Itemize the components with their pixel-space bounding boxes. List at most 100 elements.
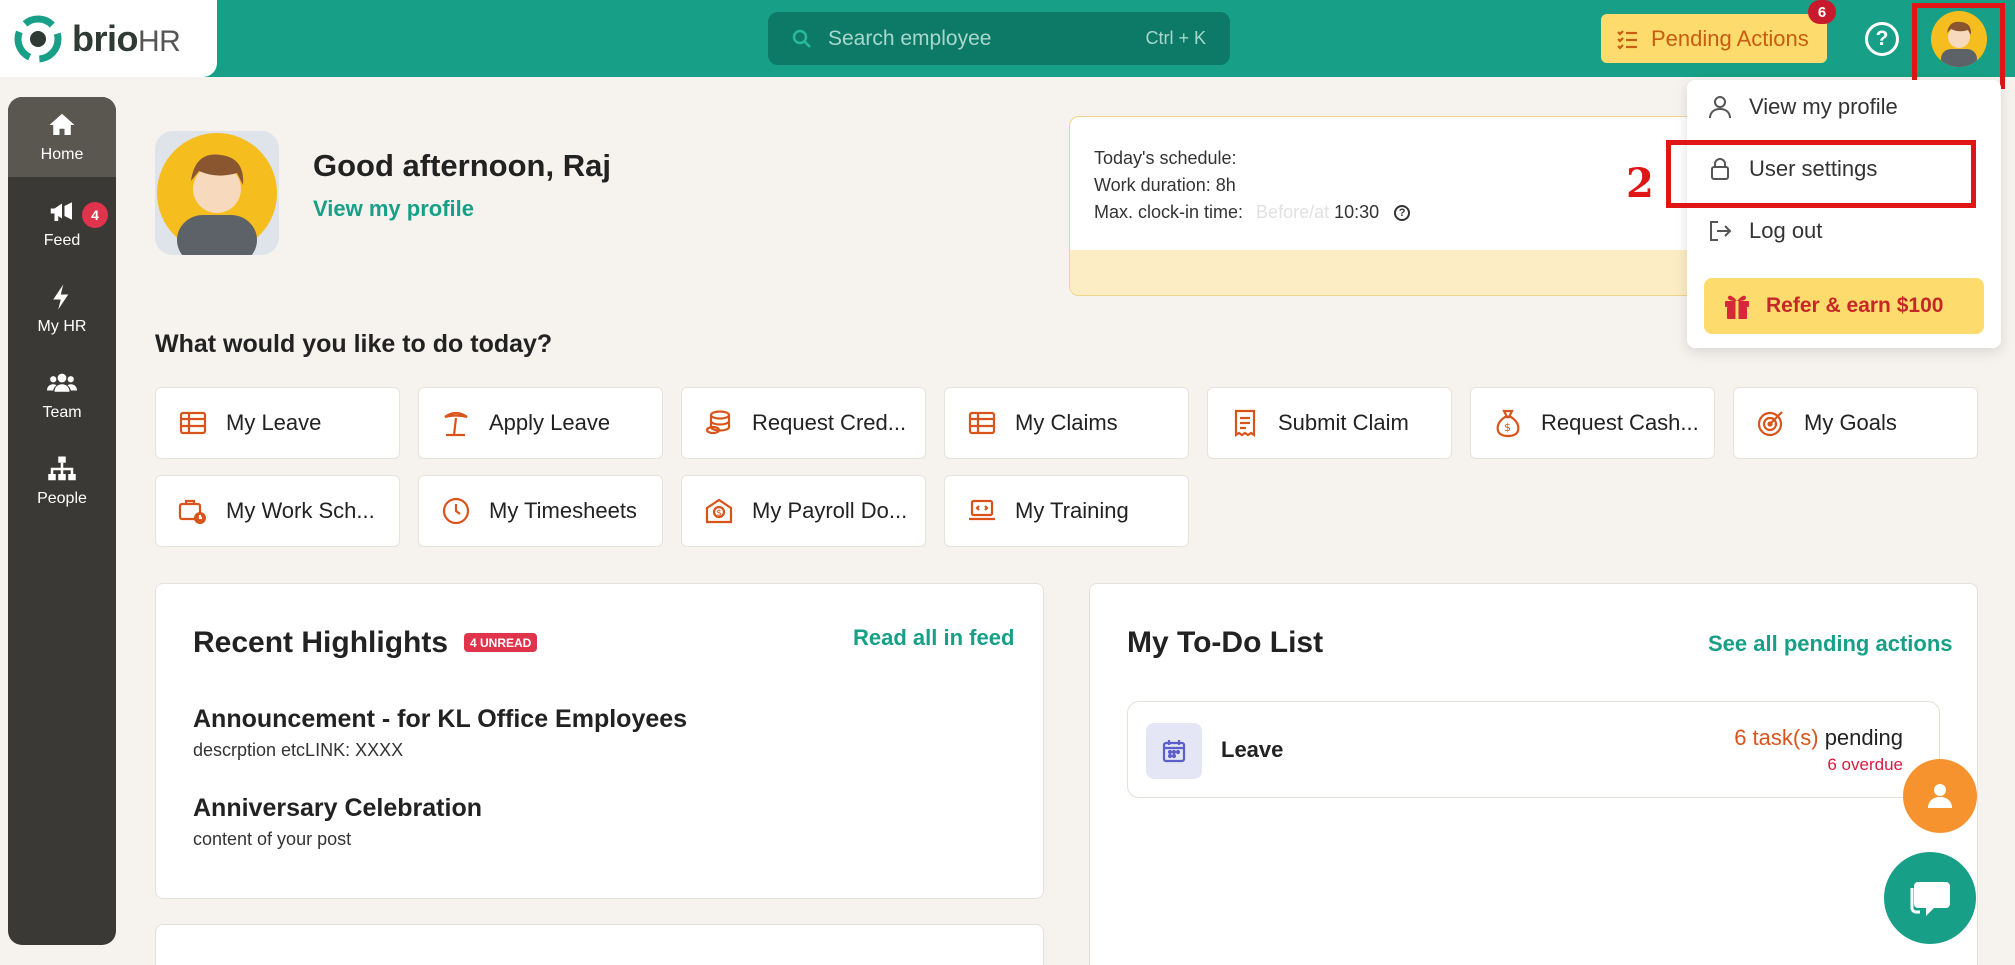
task-count: 6 task(s) <box>1734 725 1819 750</box>
quick-actions-heading: What would you like to do today? <box>155 330 553 358</box>
schedule-footer-band <box>1070 250 1708 295</box>
schedule-work-duration: Work duration: 8h <box>1094 175 1236 195</box>
search-employee-input[interactable]: Search employee Ctrl + K <box>768 12 1230 65</box>
coins-icon <box>705 410 731 435</box>
quick-action-label: Submit Claim <box>1278 410 1409 435</box>
nav-myhr[interactable]: My HR <box>8 269 116 349</box>
brio-logo-icon <box>14 15 62 62</box>
payslip-icon: $ <box>705 498 733 524</box>
user-menu-dropdown: View my profile User settings Log out Re… <box>1687 80 2001 348</box>
quick-action-label: My Payroll Do... <box>752 498 908 523</box>
todo-item-tasks: 6 task(s) pending <box>1734 725 1903 751</box>
home-icon <box>49 113 75 135</box>
max-clockin-label: Max. clock-in time: <box>1094 202 1244 222</box>
quick-action-my-training[interactable]: My Training <box>944 475 1189 547</box>
table-icon <box>968 411 996 435</box>
recent-highlights-title: Recent Highlights <box>193 626 449 659</box>
next-card <box>155 924 1044 965</box>
team-icon <box>47 373 77 392</box>
svg-text:$: $ <box>716 509 722 519</box>
person-icon <box>1709 96 1731 119</box>
target-icon <box>1757 411 1783 437</box>
nav-myhr-label: My HR <box>37 318 87 335</box>
svg-text:$: $ <box>1504 421 1511 434</box>
quick-action-my-payroll-documents[interactable]: $ My Payroll Do... <box>681 475 926 547</box>
menu-log-out-label: Log out <box>1749 218 1823 243</box>
refer-and-earn-label: Refer & earn $100 <box>1766 294 1944 317</box>
briefcase-clock-icon <box>178 499 206 524</box>
receipt-icon <box>1234 409 1256 438</box>
highlight-item-title[interactable]: Anniversary Celebration <box>193 794 482 823</box>
quick-action-label: Request Cred... <box>752 410 907 435</box>
quick-action-label: Apply Leave <box>489 410 611 435</box>
quick-action-apply-leave[interactable]: Apply Leave <box>418 387 663 459</box>
max-clockin-time: 10:30 <box>1334 202 1380 222</box>
lightning-icon <box>53 284 69 310</box>
menu-view-profile-label: View my profile <box>1749 94 1898 119</box>
quick-action-label: My Goals <box>1804 410 1897 435</box>
brand-name: brioHR <box>72 17 181 59</box>
search-shortcut: Ctrl + K <box>1145 28 1206 48</box>
quick-action-my-timesheets[interactable]: My Timesheets <box>418 475 663 547</box>
annotation-step-2: 2 <box>1626 160 1654 207</box>
todo-item-leave[interactable]: Leave 6 task(s) pending 6 overdue <box>1127 701 1940 798</box>
max-clockin-hint: Before/at <box>1256 202 1330 222</box>
highlight-item-body: content of your post <box>193 829 352 849</box>
avatar-icon <box>155 131 279 255</box>
contact-fab[interactable] <box>1903 759 1977 833</box>
quick-action-request-credit[interactable]: Request Cred... <box>681 387 926 459</box>
checklist-icon <box>1617 29 1637 50</box>
nav-people[interactable]: People <box>8 441 116 521</box>
annotation-box-1 <box>1912 3 2005 89</box>
money-bag-icon: $ <box>1496 409 1520 438</box>
todo-item-label: Leave <box>1221 737 1284 762</box>
unread-badge: 4 UNREAD <box>464 633 538 652</box>
task-pending-word: pending <box>1824 725 1903 750</box>
quick-action-request-cash[interactable]: $ Request Cash... <box>1470 387 1715 459</box>
laptop-code-icon <box>969 499 995 521</box>
menu-view-profile[interactable]: View my profile <box>1707 87 1898 127</box>
nav-team[interactable]: Team <box>8 355 116 435</box>
brand-logo[interactable]: brioHR <box>0 0 217 77</box>
quick-action-submit-claim[interactable]: Submit Claim <box>1207 387 1452 459</box>
info-icon[interactable]: ? <box>1394 205 1411 222</box>
read-all-in-feed-link[interactable]: Read all in feed <box>853 625 1014 651</box>
schedule-max-clockin: Max. clock-in time: Before/at 10:30 ? <box>1094 202 1411 223</box>
see-all-pending-actions-link[interactable]: See all pending actions <box>1708 631 1953 657</box>
org-chart-icon <box>48 456 76 481</box>
todo-list-title: My To-Do List <box>1127 626 1324 659</box>
chat-fab[interactable] <box>1884 852 1976 944</box>
beach-icon <box>444 411 468 437</box>
quick-action-label: My Leave <box>226 410 322 435</box>
highlight-item-title[interactable]: Announcement - for KL Office Employees <box>193 705 687 734</box>
quick-action-my-leave[interactable]: My Leave <box>155 387 400 459</box>
person-icon <box>1928 784 1952 808</box>
annotation-box-2 <box>1666 140 1976 208</box>
greeting-text: Good afternoon, Raj <box>313 148 611 183</box>
quick-action-label: My Training <box>1015 498 1129 523</box>
nav-home-label: Home <box>40 146 84 163</box>
menu-log-out[interactable]: Log out <box>1707 211 1822 251</box>
quick-action-label: Request Cash... <box>1541 410 1699 435</box>
quick-action-label: My Claims <box>1015 410 1118 435</box>
profile-avatar <box>155 131 279 255</box>
quick-action-my-work-schedule[interactable]: My Work Sch... <box>155 475 400 547</box>
pending-actions-button[interactable]: Pending Actions <box>1601 14 1827 63</box>
quick-action-my-claims[interactable]: My Claims <box>944 387 1189 459</box>
view-profile-link[interactable]: View my profile <box>313 196 474 222</box>
quick-action-label: My Timesheets <box>489 498 637 523</box>
megaphone-icon <box>50 202 72 221</box>
quick-action-label: My Work Sch... <box>226 498 375 523</box>
nav-people-label: People <box>37 490 87 507</box>
nav-home[interactable]: Home <box>8 97 116 177</box>
help-icon[interactable]: ? <box>1865 22 1899 56</box>
refer-and-earn-button[interactable]: Refer & earn $100 <box>1704 278 1984 334</box>
nav-team-label: Team <box>42 404 82 421</box>
gift-icon <box>1725 295 1749 319</box>
schedule-today-label: Today's schedule: <box>1094 148 1237 168</box>
logout-icon <box>1710 221 1732 241</box>
quick-action-my-goals[interactable]: My Goals <box>1733 387 1978 459</box>
calendar-icon <box>1146 723 1202 779</box>
chat-bubble-icon <box>1910 882 1950 916</box>
pending-actions-label: Pending Actions <box>1651 25 1809 51</box>
